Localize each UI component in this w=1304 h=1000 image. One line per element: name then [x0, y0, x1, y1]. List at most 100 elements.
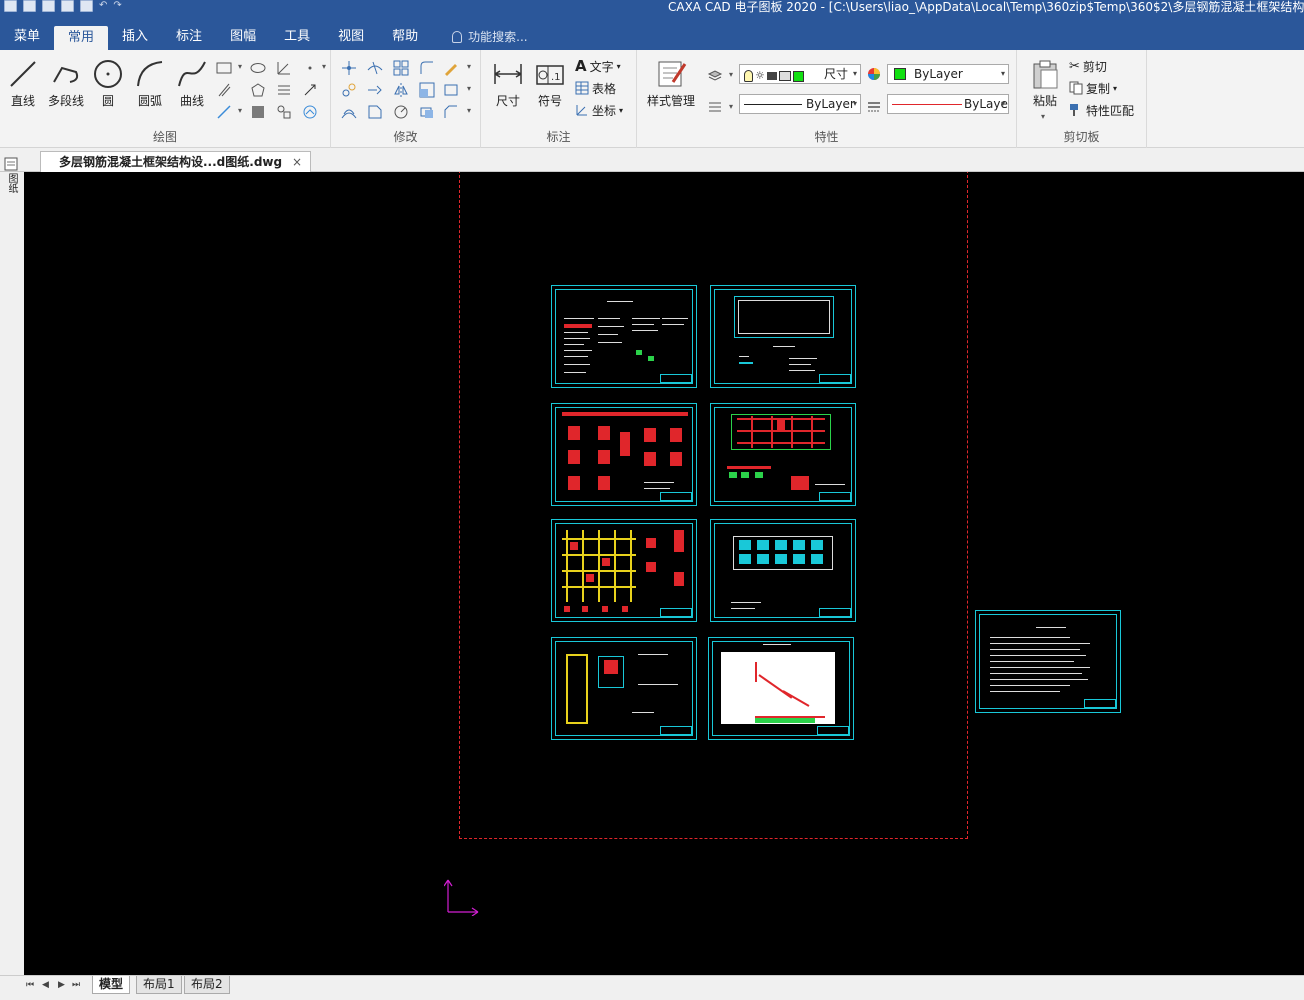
centerline-icon[interactable] [276, 82, 292, 98]
drawing-sheet-3[interactable] [551, 403, 697, 506]
layer-select[interactable]: ☼ 尺寸 ▾ [739, 64, 861, 84]
arrow-icon[interactable] [302, 82, 318, 98]
circle-button[interactable]: 圆 [88, 58, 128, 109]
save-as-icon[interactable] [61, 0, 74, 12]
layout-tab-layout1[interactable]: 布局1 [136, 976, 182, 994]
copy-button[interactable]: 复制 ▾ [1069, 79, 1117, 97]
last-layout-icon[interactable]: ⏭ [72, 980, 80, 990]
undo-icon[interactable]: ↶ [99, 0, 107, 14]
drawing-sheet-2[interactable] [710, 285, 856, 388]
arc-button[interactable]: 圆弧 [130, 58, 170, 109]
tab-tools[interactable]: 工具 [270, 24, 324, 50]
print-icon[interactable] [80, 0, 93, 12]
polygon-icon[interactable] [250, 82, 266, 98]
first-layout-icon[interactable]: ⏮ [26, 980, 34, 990]
prev-layout-icon[interactable]: ◀ [42, 980, 49, 990]
linetype-manager-dropdown-icon[interactable]: ▾ [729, 102, 733, 111]
hatch-line-icon[interactable] [216, 82, 232, 98]
scale-icon[interactable] [419, 82, 435, 98]
copy-dropdown-icon[interactable]: ▾ [1113, 84, 1117, 93]
curve-button[interactable]: 曲线 [172, 58, 212, 109]
style-manager-button[interactable]: 样式管理 [643, 58, 699, 109]
symbol-button[interactable]: .1 符号 [530, 58, 570, 109]
move-icon[interactable] [341, 60, 357, 76]
image-insert-icon[interactable] [302, 104, 318, 120]
color-wheel-icon[interactable] [866, 66, 882, 82]
coordinate-dropdown-icon[interactable]: ▾ [619, 106, 623, 115]
chamfer-icon[interactable] [443, 104, 459, 120]
redo-icon[interactable]: ↷ [113, 0, 121, 14]
tab-annotate[interactable]: 标注 [162, 24, 216, 50]
text-icon: A [575, 57, 587, 75]
drawing-manager-strip[interactable]: 图纸 [0, 153, 22, 203]
block-icon[interactable] [276, 104, 292, 120]
layer-manager-dropdown-icon[interactable]: ▾ [729, 70, 733, 79]
copy-object-icon[interactable] [341, 82, 357, 98]
dimension-button[interactable]: 尺寸 [488, 58, 528, 109]
tab-insert[interactable]: 插入 [108, 24, 162, 50]
rectangle-icon[interactable] [216, 60, 232, 76]
paste-button[interactable]: 粘贴 [1025, 58, 1065, 109]
cut-button[interactable]: ✂ 剪切 [1069, 57, 1107, 75]
table-button[interactable]: 表格 [575, 79, 616, 97]
ellipse-icon[interactable] [250, 60, 266, 76]
tab-help[interactable]: 帮助 [378, 24, 432, 50]
polyline-button[interactable]: 多段线 [45, 58, 87, 109]
layout-tab-model[interactable]: 模型 [92, 976, 131, 994]
point-icon[interactable] [302, 60, 318, 76]
lineweight-icon[interactable] [866, 98, 882, 114]
tab-sheet[interactable]: 图幅 [216, 24, 270, 50]
mirror-icon[interactable] [393, 82, 409, 98]
linetype-manager-icon[interactable] [707, 98, 723, 114]
fill-icon[interactable] [250, 104, 266, 120]
document-tab[interactable]: 多层钢筋混凝土框架结构设...d图纸.dwg × [40, 151, 312, 172]
drawing-sheet-4[interactable] [710, 403, 856, 506]
array-icon[interactable] [393, 60, 409, 76]
save-icon[interactable] [42, 0, 55, 12]
explode-icon[interactable] [419, 104, 435, 120]
drawing-sheet-6[interactable] [710, 519, 856, 622]
stretch-icon[interactable] [443, 82, 459, 98]
line-button[interactable]: 直线 [3, 58, 43, 109]
match-properties-button[interactable]: 特性匹配 [1069, 101, 1134, 119]
line-dropdown-icon[interactable]: ▾ [238, 106, 242, 115]
modify-dropdown-1-icon[interactable]: ▾ [467, 62, 471, 71]
drawing-sheet-8[interactable] [708, 637, 854, 740]
new-file-icon[interactable] [4, 0, 17, 12]
text-dropdown-icon[interactable]: ▾ [617, 62, 621, 71]
rotate-icon[interactable] [393, 104, 409, 120]
open-file-icon[interactable] [23, 0, 36, 12]
drawing-canvas[interactable] [24, 172, 1304, 975]
drawing-sheet-9[interactable] [975, 610, 1121, 713]
close-tab-icon[interactable]: × [292, 152, 302, 172]
paste-dropdown-icon[interactable]: ▾ [1041, 112, 1045, 121]
construction-line-icon[interactable] [216, 104, 232, 120]
angle-line-icon[interactable] [276, 60, 292, 76]
coordinate-button[interactable]: 坐标 ▾ [575, 101, 623, 119]
next-layout-icon[interactable]: ▶ [58, 980, 65, 990]
modify-dropdown-2-icon[interactable]: ▾ [467, 84, 471, 93]
layer-manager-icon[interactable] [707, 66, 723, 82]
offset-icon[interactable] [341, 104, 357, 120]
tab-common[interactable]: 常用 [54, 26, 109, 50]
tab-menu[interactable]: 菜单 [0, 24, 54, 50]
fillet-icon[interactable] [419, 60, 435, 76]
linetype-select[interactable]: ByLayer ▾ [739, 94, 861, 114]
lineweight-select[interactable]: ByLaye ▾ [887, 94, 1009, 114]
modify-dropdown-3-icon[interactable]: ▾ [467, 106, 471, 115]
function-search[interactable]: 功能搜索... [452, 24, 528, 50]
lightbulb-icon [452, 31, 463, 43]
rectangle-dropdown-icon[interactable]: ▾ [238, 62, 242, 71]
point-dropdown-icon[interactable]: ▾ [322, 62, 326, 71]
drawing-sheet-5[interactable] [551, 519, 697, 622]
drawing-sheet-1[interactable] [551, 285, 697, 388]
erase-icon[interactable] [443, 60, 459, 76]
layout-tab-layout2[interactable]: 布局2 [184, 976, 230, 994]
text-button[interactable]: A 文字 ▾ [575, 57, 621, 75]
extend-icon[interactable] [367, 82, 383, 98]
drawing-sheet-7[interactable] [551, 637, 697, 740]
break-icon[interactable] [367, 104, 383, 120]
tab-view[interactable]: 视图 [324, 24, 378, 50]
trim-icon[interactable] [367, 60, 383, 76]
color-select[interactable]: ByLayer ▾ [887, 64, 1009, 84]
